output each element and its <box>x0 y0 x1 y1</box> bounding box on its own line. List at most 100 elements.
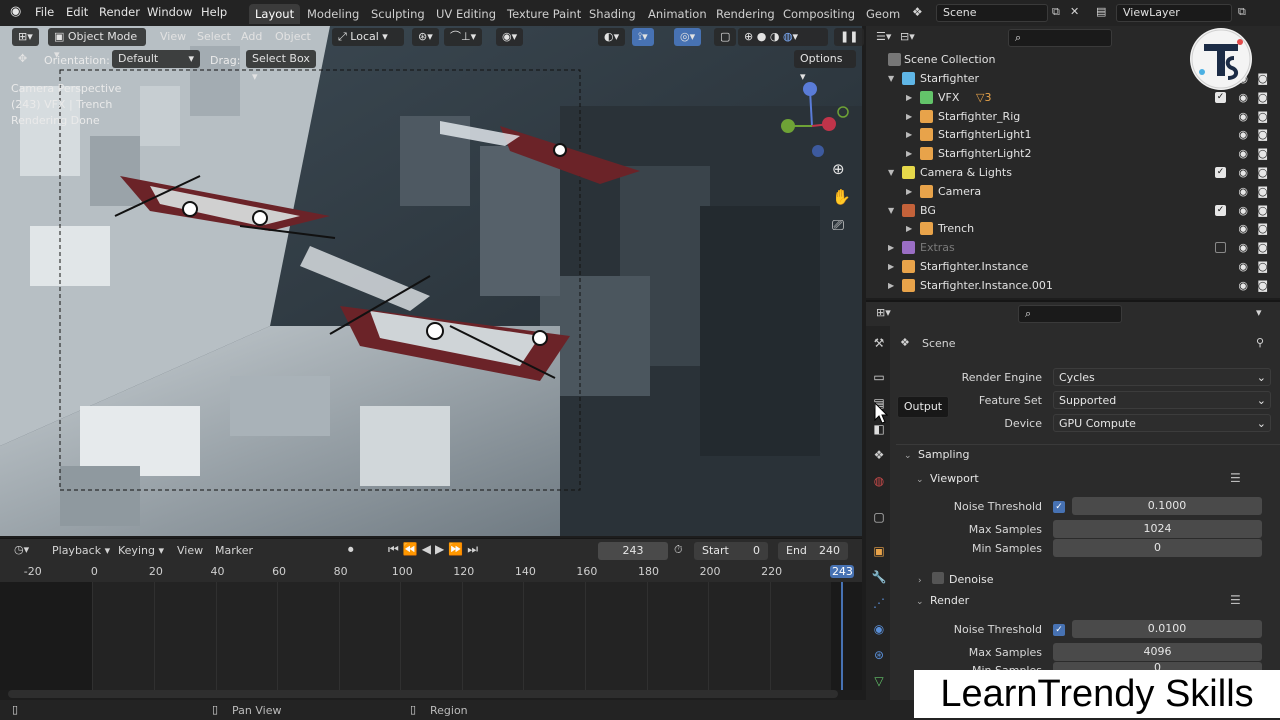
rendered-shading-icon[interactable]: ◍ <box>783 30 793 43</box>
menu-edit[interactable]: Edit <box>66 5 88 19</box>
render-camera-icon[interactable]: ◙ <box>1257 163 1268 182</box>
end-frame-field[interactable]: End 240 <box>778 542 848 560</box>
workspace-tab-sculpting[interactable]: Sculpting <box>365 4 431 24</box>
timeline-editor-type-icon[interactable]: ◷▾ <box>14 543 29 556</box>
feature-set-dropdown[interactable]: Supported ⌄ <box>1053 391 1271 409</box>
render-camera-icon[interactable]: ◙ <box>1257 88 1268 107</box>
properties-editor-type-icon[interactable]: ⊞▾ <box>876 306 891 319</box>
scene-tab-icon[interactable]: ❖ <box>870 446 888 464</box>
physics-tab-icon[interactable]: ◉ <box>870 620 888 638</box>
outliner-row[interactable]: ▶ Camera ◉ ◙ <box>866 182 1280 201</box>
jump-end-icon[interactable]: ⏭ <box>467 542 482 556</box>
r-noise-threshold-field[interactable]: 0.0100 <box>1072 620 1262 638</box>
collapse-arrow-icon[interactable]: ▼ <box>888 69 894 88</box>
eye-icon[interactable]: ◉ <box>1238 125 1248 144</box>
r-noise-threshold-checkbox[interactable]: ✓ <box>1053 624 1065 636</box>
outliner-row[interactable]: ▶ StarfighterLight2 ◉ ◙ <box>866 144 1280 163</box>
expand-arrow-icon[interactable]: ▶ <box>906 125 912 144</box>
expand-arrow-icon[interactable]: ▶ <box>888 276 894 295</box>
outliner-editor-type-icon[interactable]: ☰▾ <box>876 30 891 43</box>
zoom-icon[interactable]: ⊕ <box>832 160 850 188</box>
shading-modes[interactable]: ⊕ ● ◑ ◍▾ <box>738 28 828 46</box>
outliner-row[interactable]: ▶ VFX ▽3 ✓ ◉ ◙ <box>866 88 1280 107</box>
object-tab-icon[interactable]: ▣ <box>870 542 888 560</box>
new-scene-icon[interactable]: ⧉ <box>1052 5 1060 19</box>
outliner-row[interactable]: ▶ Trench ◉ ◙ <box>866 219 1280 238</box>
workspace-tab-texture-paint[interactable]: Texture Paint <box>501 4 587 24</box>
eye-icon[interactable]: ◉ <box>1238 88 1248 107</box>
new-view-layer-icon[interactable]: ⧉ <box>1238 5 1246 19</box>
viewport-menu-object[interactable]: Object <box>275 30 311 43</box>
auto-keying-icon[interactable]: ⏺ <box>348 543 354 557</box>
render-camera-icon[interactable]: ◙ <box>1257 182 1268 201</box>
gizmo-toggle-icon[interactable]: ⟟▾ <box>632 28 654 46</box>
jump-start-icon[interactable]: ⏮ <box>388 542 403 556</box>
denoise-subpanel-header[interactable]: › Denoise <box>918 571 994 586</box>
snap-icon[interactable]: ⌒⊥▾ <box>444 28 483 46</box>
outliner-search-input[interactable]: ⌕ <box>1008 29 1112 47</box>
drag-dropdown[interactable]: Select Box ▾ <box>246 50 316 83</box>
render-camera-icon[interactable]: ◙ <box>1257 201 1268 220</box>
expand-arrow-icon[interactable]: ▶ <box>906 107 912 126</box>
timeline-marker-menu[interactable]: Marker <box>215 544 253 557</box>
vp-min-samples-field[interactable]: 0 <box>1053 539 1262 557</box>
eye-icon[interactable]: ◉ <box>1238 276 1248 295</box>
orientation-dropdown[interactable]: Default ▾ <box>112 50 200 68</box>
playhead-frame-label[interactable]: 243 <box>830 565 855 578</box>
viewport-menu-view[interactable]: View <box>160 30 186 43</box>
eye-icon[interactable]: ◉ <box>1238 182 1248 201</box>
sampling-panel-header[interactable]: ⌄ Sampling <box>904 448 970 461</box>
pin-icon[interactable]: ⚲ <box>1256 336 1264 349</box>
delete-scene-icon[interactable]: ✕ <box>1070 5 1079 18</box>
exclude-checkbox[interactable]: ✓ <box>1215 91 1226 103</box>
expand-arrow-icon[interactable]: ▶ <box>906 144 912 163</box>
menu-file[interactable]: File <box>35 5 54 19</box>
eye-icon[interactable]: ◉ <box>1238 144 1248 163</box>
render-camera-icon[interactable]: ◙ <box>1257 238 1268 257</box>
workspace-tab-uv-editing[interactable]: UV Editing <box>430 4 502 24</box>
next-keyframe-icon[interactable]: ⏩ <box>448 542 467 556</box>
scene-selector[interactable]: Scene <box>936 4 1048 22</box>
wireframe-shading-icon[interactable]: ⊕ <box>744 30 753 43</box>
timeline-ruler[interactable]: -20 0 20 40 60 80 100 120 140 160 180 200 220 243 <box>0 562 862 582</box>
render-camera-icon[interactable]: ◙ <box>1257 276 1268 295</box>
options-dropdown[interactable]: Options ▾ <box>794 50 856 83</box>
render-subpanel-header[interactable]: ⌄ Render <box>916 594 969 607</box>
render-camera-icon[interactable]: ◙ <box>1257 219 1268 238</box>
workspace-tab-modeling[interactable]: Modeling <box>301 4 365 24</box>
vp-noise-threshold-field[interactable]: 0.1000 <box>1072 497 1262 515</box>
vp-max-samples-field[interactable]: 1024 <box>1053 520 1262 538</box>
render-camera-icon[interactable]: ◙ <box>1257 257 1268 276</box>
outliner-row[interactable]: ▶ Extras ◉ ◙ <box>866 238 1280 257</box>
scene-icon[interactable]: ❖ <box>912 5 923 19</box>
menu-help[interactable]: Help <box>201 5 227 19</box>
exclude-checkbox[interactable]: ✓ <box>1215 204 1226 216</box>
prev-keyframe-icon[interactable]: ⏪ <box>403 542 422 556</box>
expand-arrow-icon[interactable]: ▶ <box>888 238 894 257</box>
render-camera-icon[interactable]: ◙ <box>1257 107 1268 126</box>
vp-noise-threshold-checkbox[interactable]: ✓ <box>1053 501 1065 513</box>
menu-window[interactable]: Window <box>147 5 192 19</box>
workspace-tab-shading[interactable]: Shading <box>583 4 642 24</box>
visibility-icon[interactable]: ◐▾ <box>598 28 626 46</box>
eye-icon[interactable]: ◉ <box>1238 201 1248 220</box>
sidebar-toggle-icon[interactable]: ❚❚ <box>834 28 865 46</box>
viewport-menu-select[interactable]: Select <box>197 30 231 43</box>
menu-render[interactable]: Render <box>99 5 140 19</box>
workspace-tab-geometry[interactable]: Geome <box>860 4 900 24</box>
move-tool-icon[interactable]: ✥ <box>12 50 33 68</box>
timeline-scrollbar[interactable] <box>8 690 838 698</box>
view-layer-icon[interactable]: ▤ <box>1096 5 1106 18</box>
exclude-checkbox[interactable]: ✓ <box>1215 167 1226 178</box>
device-dropdown[interactable]: GPU Compute ⌄ <box>1053 414 1271 432</box>
timeline-playback-menu[interactable]: Playback ▾ <box>52 544 110 557</box>
playhead-line[interactable] <box>841 582 844 690</box>
outliner-display-mode-icon[interactable]: ⊟▾ <box>900 30 915 43</box>
object-mode-dropdown[interactable]: ▣ Object Mode ▾ <box>48 28 146 61</box>
play-icon[interactable]: ▶ <box>435 542 448 556</box>
expand-arrow-icon[interactable]: ▶ <box>906 219 912 238</box>
view-layer-selector[interactable]: ViewLayer <box>1116 4 1232 22</box>
blender-logo-icon[interactable]: ◉ <box>10 4 21 19</box>
render-camera-icon[interactable]: ◙ <box>1257 69 1268 88</box>
data-tab-icon[interactable]: ▽ <box>870 672 888 690</box>
